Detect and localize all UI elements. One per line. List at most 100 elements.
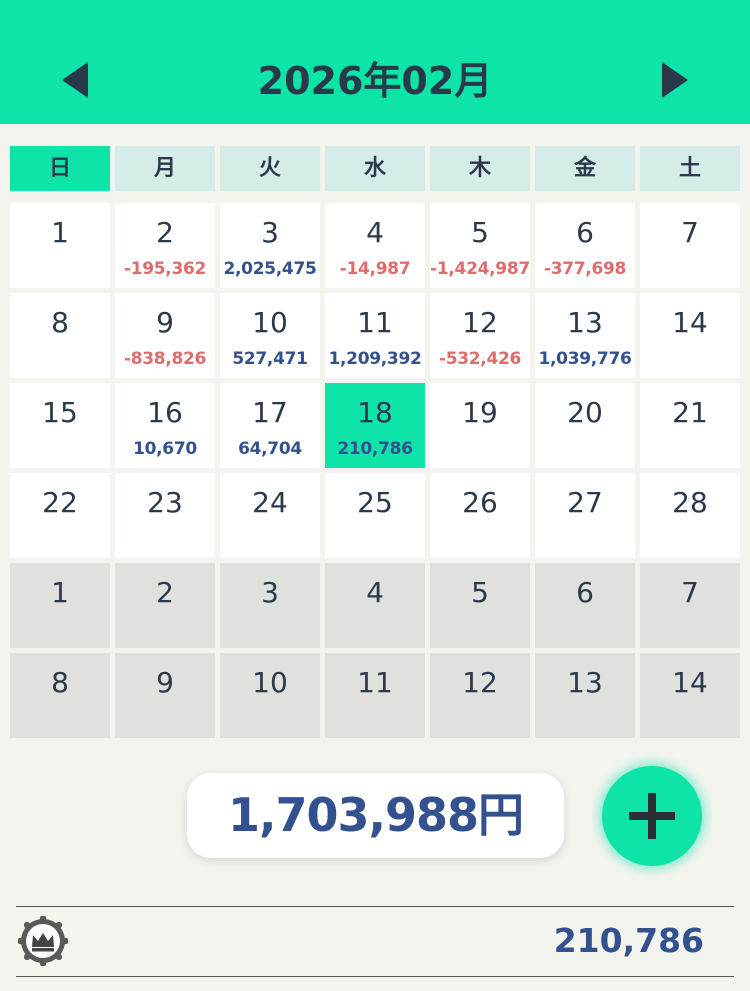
day-amount: 1,039,776 (538, 349, 632, 369)
day-number: 4 (366, 216, 384, 249)
calendar-day[interactable]: 23 (115, 473, 215, 558)
day-number: 26 (462, 486, 498, 519)
calendar-day[interactable]: 27 (535, 473, 635, 558)
day-amount: -195,362 (123, 259, 207, 279)
calendar-day[interactable]: 10 (220, 653, 320, 738)
weekday-label: 日 (10, 146, 110, 191)
day-number: 13 (567, 306, 603, 339)
calendar-day[interactable]: 14 (640, 653, 740, 738)
weekday-label: 木 (430, 146, 530, 191)
day-number: 1 (51, 576, 69, 609)
calendar-day[interactable]: 1 (10, 203, 110, 288)
day-number: 15 (42, 396, 78, 429)
calendar-day[interactable]: 9 -838,826 (115, 293, 215, 378)
day-number: 11 (357, 666, 393, 699)
calendar-day[interactable]: 2 (115, 563, 215, 648)
day-amount: 527,471 (232, 349, 308, 369)
add-entry-button[interactable] (602, 766, 702, 866)
day-amount: 64,704 (238, 439, 302, 459)
calendar-day[interactable]: 4 (325, 563, 425, 648)
calendar-day[interactable]: 26 (430, 473, 530, 558)
calendar-day[interactable]: 6 (535, 563, 635, 648)
weekday-label: 水 (325, 146, 425, 191)
plus-icon (629, 793, 675, 839)
day-number: 19 (462, 396, 498, 429)
calendar-day[interactable]: 24 (220, 473, 320, 558)
calendar-day[interactable]: 13 (535, 653, 635, 738)
day-number: 3 (261, 576, 279, 609)
calendar-day[interactable]: 8 (10, 293, 110, 378)
month-title: 2026年02月 (257, 59, 493, 103)
day-number: 12 (462, 306, 498, 339)
calendar-day[interactable]: 2 -195,362 (115, 203, 215, 288)
crown-badge-icon[interactable] (18, 916, 68, 966)
weekday-label: 金 (535, 146, 635, 191)
weekday-label: 土 (640, 146, 740, 191)
day-number: 13 (567, 666, 603, 699)
calendar-day[interactable]: 28 (640, 473, 740, 558)
day-number: 8 (51, 306, 69, 339)
footer-divider-bottom (16, 976, 734, 977)
day-number: 11 (357, 306, 393, 339)
calendar-day[interactable]: 7 (640, 563, 740, 648)
calendar-day[interactable]: 11 1,209,392 (325, 293, 425, 378)
calendar-day[interactable]: 16 10,670 (115, 383, 215, 468)
day-number: 18 (357, 396, 393, 429)
day-number: 7 (681, 576, 699, 609)
calendar-day[interactable]: 22 (10, 473, 110, 558)
day-amount: -377,698 (543, 259, 627, 279)
day-number: 12 (462, 666, 498, 699)
monthly-total: 1,703,988円 (187, 773, 564, 858)
calendar-day[interactable]: 14 (640, 293, 740, 378)
calendar-day[interactable]: 11 (325, 653, 425, 738)
day-amount: -14,987 (339, 259, 411, 279)
day-number: 27 (567, 486, 603, 519)
day-number: 2 (156, 576, 174, 609)
day-amount: -838,826 (123, 349, 207, 369)
calendar-day[interactable]: 3 (220, 563, 320, 648)
triangle-right-icon (662, 62, 688, 98)
day-number: 14 (672, 306, 708, 339)
calendar-day[interactable]: 1 (10, 563, 110, 648)
day-number: 6 (576, 216, 594, 249)
day-number: 14 (672, 666, 708, 699)
next-month-button[interactable] (656, 58, 696, 102)
day-number: 16 (147, 396, 183, 429)
calendar-day[interactable]: 6 -377,698 (535, 203, 635, 288)
day-number: 25 (357, 486, 393, 519)
day-amount: 2,025,475 (223, 259, 317, 279)
calendar-day-today[interactable]: 18 210,786 (325, 383, 425, 468)
calendar-day[interactable]: 8 (10, 653, 110, 738)
calendar-day[interactable]: 3 2,025,475 (220, 203, 320, 288)
day-number: 23 (147, 486, 183, 519)
day-number: 2 (156, 216, 174, 249)
calendar-day[interactable]: 13 1,039,776 (535, 293, 635, 378)
day-number: 24 (252, 486, 288, 519)
calendar-day[interactable]: 25 (325, 473, 425, 558)
calendar-day[interactable]: 21 (640, 383, 740, 468)
calendar-day[interactable]: 17 64,704 (220, 383, 320, 468)
calendar-day[interactable]: 19 (430, 383, 530, 468)
calendar-day[interactable]: 12 -532,426 (430, 293, 530, 378)
weekday-label: 火 (220, 146, 320, 191)
calendar-day[interactable]: 12 (430, 653, 530, 738)
weekday-header: 日月火水木金土 (10, 146, 740, 191)
calendar-day[interactable]: 10 527,471 (220, 293, 320, 378)
calendar-day[interactable]: 5 -1,424,987 (430, 203, 530, 288)
calendar-day[interactable]: 5 (430, 563, 530, 648)
calendar-day[interactable]: 15 (10, 383, 110, 468)
day-number: 6 (576, 576, 594, 609)
day-number: 4 (366, 576, 384, 609)
app-header: 2026年02月 (0, 0, 750, 124)
day-number: 7 (681, 216, 699, 249)
day-amount: 210,786 (337, 439, 413, 459)
day-number: 28 (672, 486, 708, 519)
calendar-day[interactable]: 20 (535, 383, 635, 468)
day-number: 22 (42, 486, 78, 519)
calendar-day[interactable]: 7 (640, 203, 740, 288)
calendar-day[interactable]: 4 -14,987 (325, 203, 425, 288)
day-number: 10 (252, 306, 288, 339)
day-amount: 1,209,392 (328, 349, 422, 369)
calendar-day[interactable]: 9 (115, 653, 215, 738)
day-number: 5 (471, 576, 489, 609)
